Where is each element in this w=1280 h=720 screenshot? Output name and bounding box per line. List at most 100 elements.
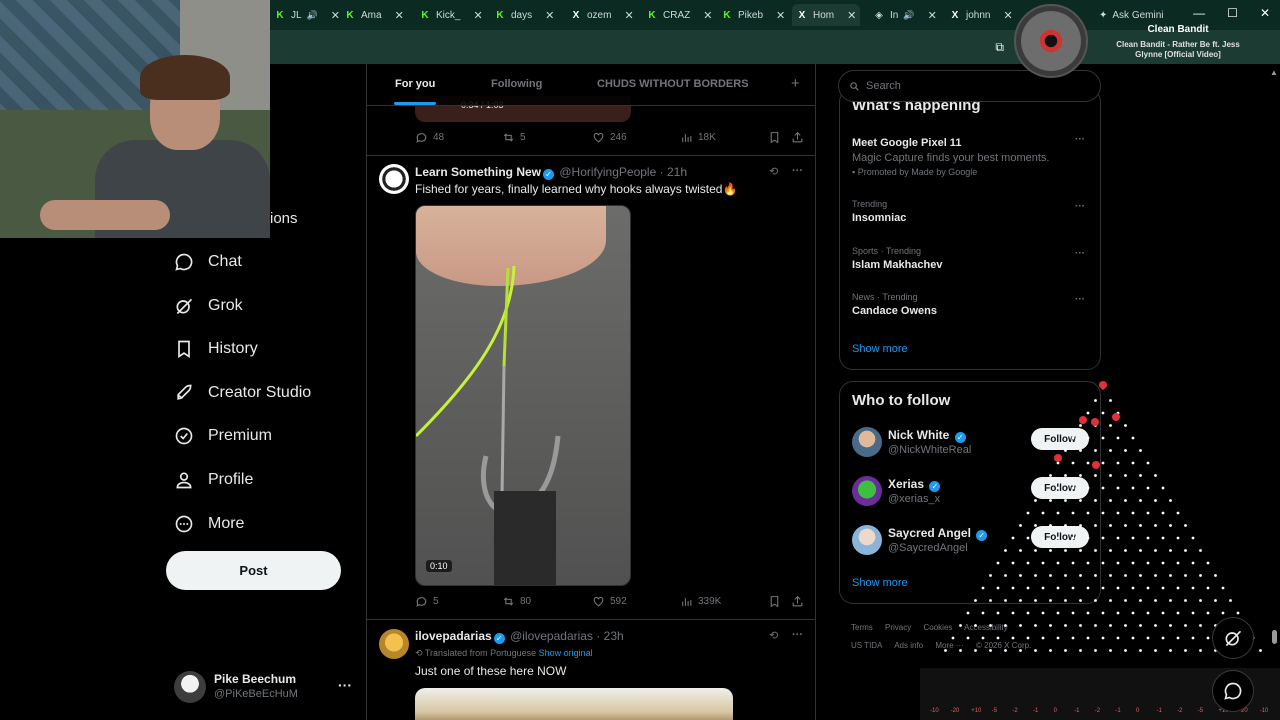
verified-icon: ✓	[954, 432, 966, 443]
follow-button[interactable]: Follow	[1031, 526, 1089, 548]
trend-more-icon[interactable]: ···	[1075, 248, 1085, 259]
cast-icon[interactable]: ⧉	[995, 40, 1004, 55]
repost-button[interactable]: 80	[502, 595, 531, 608]
footer-link[interactable]: More ···	[935, 641, 963, 650]
post-more-icon[interactable]: ···	[792, 629, 803, 641]
nav-item-more[interactable]: More	[174, 509, 244, 539]
follow-suggestion[interactable]: Saycred Angel ✓ @SaycredAngel Follow	[852, 525, 1090, 561]
show-more-link[interactable]: Show more	[852, 577, 908, 589]
avatar[interactable]	[379, 629, 409, 659]
user-name[interactable]: Saycred Angel ✓	[888, 526, 989, 541]
avatar[interactable]	[852, 427, 882, 457]
scrollbar-thumb[interactable]	[1272, 630, 1277, 644]
user-name[interactable]: Nick White ✓	[888, 428, 968, 443]
nav-item-creator-studio[interactable]: Creator Studio	[174, 378, 311, 408]
author-name[interactable]: ilovepadarias	[415, 629, 492, 643]
post-button[interactable]: Post	[166, 551, 341, 590]
account-switcher[interactable]: Pike Beechum @PiKeBeEcHuM ···	[174, 669, 354, 705]
repost-icon	[503, 597, 514, 606]
post-time[interactable]: 23h	[604, 629, 624, 643]
search-input[interactable]	[866, 80, 1086, 92]
footer-link[interactable]: Privacy	[885, 623, 911, 632]
avatar[interactable]	[852, 476, 882, 506]
browser-tab[interactable]: K Ama ✕	[340, 4, 408, 26]
trend-item-promoted[interactable]: Meet Google Pixel 11 Magic Capture finds…	[852, 134, 1092, 177]
footer-link[interactable]: Ads info	[894, 641, 923, 650]
tab-close-icon[interactable]: ✕	[703, 9, 712, 22]
browser-tab[interactable]: K Kick_ ✕	[415, 4, 487, 26]
tab-close-icon[interactable]: ✕	[776, 9, 785, 22]
grok-floating-button[interactable]	[1212, 617, 1254, 659]
author-handle[interactable]: @ilovepadarias	[510, 629, 593, 643]
post-more-icon[interactable]: ···	[792, 165, 803, 177]
trend-item[interactable]: News · Trending Candace Owens	[852, 292, 1092, 317]
nav-item-grok[interactable]: Grok	[174, 291, 243, 321]
trend-more-icon[interactable]: ···	[1075, 134, 1085, 145]
plinko-peg	[1221, 586, 1225, 590]
browser-tab[interactable]: Kdays ✕	[490, 4, 558, 26]
account-more-icon[interactable]: ···	[338, 677, 352, 693]
browser-tab[interactable]: Xozem ✕	[566, 4, 638, 26]
tab-close-icon[interactable]: ✕	[545, 9, 554, 22]
trend-item[interactable]: Sports · Trending Islam Makhachev	[852, 246, 1092, 271]
footer-link[interactable]: Accessibility	[964, 623, 1008, 632]
messages-floating-button[interactable]	[1212, 670, 1254, 712]
like-button[interactable]: 592	[592, 595, 627, 608]
follow-suggestion[interactable]: Xerias ✓ @xerias_x Follow	[852, 476, 1090, 512]
trend-more-icon[interactable]: ···	[1075, 201, 1085, 212]
show-original-link[interactable]: Show original	[539, 648, 593, 658]
promoted-text: Promoted by Made by Google	[857, 167, 978, 177]
nav-item-premium[interactable]: Premium	[174, 421, 272, 451]
grok-explain-icon[interactable]: ⟲	[769, 165, 778, 178]
trend-item[interactable]: Trending Insomniac	[852, 199, 1092, 224]
browser-tab-active[interactable]: X Hom ✕	[792, 4, 861, 26]
tab-close-icon[interactable]: ✕	[847, 9, 856, 22]
tab-close-icon[interactable]: ✕	[624, 9, 633, 22]
tab-close-icon[interactable]: ✕	[928, 9, 937, 22]
post-video[interactable]: 0:10	[415, 205, 631, 586]
tab-close-icon[interactable]: ✕	[473, 9, 482, 22]
follow-suggestion[interactable]: Nick White ✓ @NickWhiteReal Follow	[852, 427, 1090, 463]
avatar[interactable]	[379, 164, 409, 194]
tab-for-you[interactable]: For you	[395, 78, 435, 90]
reply-button[interactable]: 5	[415, 595, 439, 608]
nav-item-chat[interactable]: Chat	[174, 247, 242, 277]
views-button[interactable]: 18K	[680, 131, 716, 144]
nav-item-notifications-partial[interactable]: ions	[270, 210, 298, 227]
browser-tab[interactable]: Xjohnn ✕	[945, 4, 1017, 26]
reply-button[interactable]: 48	[415, 131, 444, 144]
share-button[interactable]	[791, 595, 804, 608]
show-more-link[interactable]: Show more	[852, 343, 908, 355]
trend-more-icon[interactable]: ···	[1075, 294, 1085, 305]
browser-tab[interactable]: K JL 🔊 ✕	[270, 4, 344, 26]
nav-item-profile[interactable]: Profile	[174, 465, 253, 495]
browser-tab[interactable]: K CRAZ ✕	[642, 4, 716, 26]
footer-link[interactable]: Cookies	[923, 623, 952, 632]
footer-link[interactable]: US TIDA	[851, 641, 882, 650]
repost-button[interactable]: 5	[502, 131, 526, 144]
bookmark-button[interactable]	[768, 131, 781, 144]
footer-link[interactable]: Terms	[851, 623, 873, 632]
follow-button[interactable]: Follow	[1031, 477, 1089, 499]
author-name[interactable]: Learn Something New	[415, 165, 541, 179]
browser-tab[interactable]: K Pikeb ✕	[717, 4, 789, 26]
user-name[interactable]: Xerias ✓	[888, 477, 942, 492]
tab-list[interactable]: CHUDS WITHOUT BORDERS	[597, 78, 749, 90]
user-name-text: Xerias	[888, 477, 925, 491]
tab-close-icon[interactable]: ✕	[395, 9, 404, 22]
views-button[interactable]: 339K	[680, 595, 721, 608]
post-time[interactable]: 21h	[667, 165, 687, 179]
avatar[interactable]	[852, 525, 882, 555]
grok-explain-icon[interactable]: ⟲	[769, 629, 778, 642]
add-tab-icon[interactable]: +	[791, 75, 800, 92]
nav-item-history[interactable]: History	[174, 334, 258, 364]
follow-button[interactable]: Follow	[1031, 428, 1089, 450]
like-button[interactable]: 246	[592, 131, 627, 144]
browser-tab[interactable]: ◈ In 🔊 ✕	[869, 4, 941, 26]
post-image[interactable]	[415, 688, 733, 720]
tab-following[interactable]: Following	[491, 78, 542, 90]
author-handle[interactable]: @HorifyingPeople	[559, 165, 656, 179]
tab-close-icon[interactable]: ✕	[331, 9, 340, 22]
bookmark-button[interactable]	[768, 595, 781, 608]
share-button[interactable]	[791, 131, 804, 144]
